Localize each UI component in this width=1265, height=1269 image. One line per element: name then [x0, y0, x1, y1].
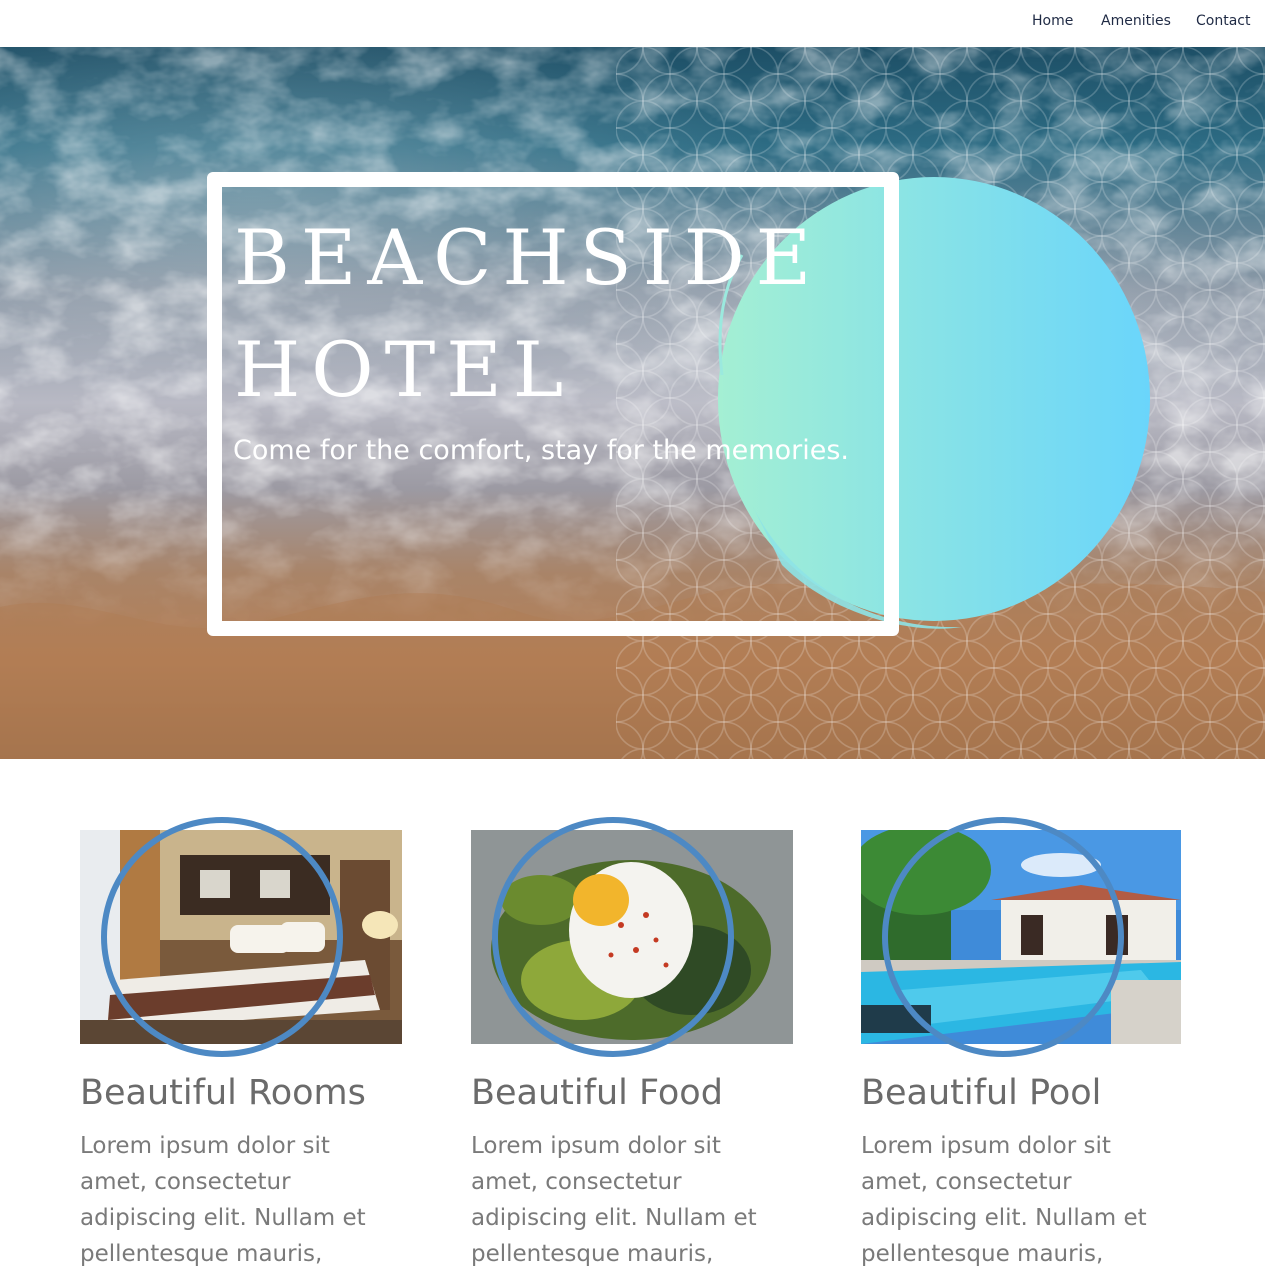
feature-text-rooms: Lorem ipsum dolor sit amet, consectetur … — [80, 1133, 366, 1267]
feature-text-pool: Lorem ipsum dolor sit amet, consectetur … — [861, 1133, 1147, 1267]
photo-ring-rooms — [101, 817, 343, 1057]
nav-link-home[interactable]: Home — [1032, 13, 1073, 29]
hero-title: BEACHSIDE HOTEL — [234, 202, 874, 426]
feature-title-pool: Beautiful Pool — [861, 1073, 1102, 1113]
hero-title-line-1: BEACHSIDE — [234, 213, 823, 302]
hero-tagline: Come for the comfort, stay for the memor… — [233, 435, 849, 466]
top-navbar: Home Amenities Contact — [0, 0, 1265, 47]
feature-text-food: Lorem ipsum dolor sit amet, consectetur … — [471, 1133, 757, 1267]
photo-ring-pool — [882, 817, 1124, 1057]
nav-link-contact[interactable]: Contact — [1196, 13, 1250, 29]
feature-title-food: Beautiful Food — [471, 1073, 723, 1113]
hero-banner: BEACHSIDE HOTEL Come for the comfort, st… — [0, 47, 1265, 759]
nav-link-amenities[interactable]: Amenities — [1101, 13, 1171, 29]
feature-title-rooms: Beautiful Rooms — [80, 1073, 366, 1113]
photo-ring-food — [492, 817, 734, 1057]
hero-title-line-2: HOTEL — [234, 325, 575, 414]
